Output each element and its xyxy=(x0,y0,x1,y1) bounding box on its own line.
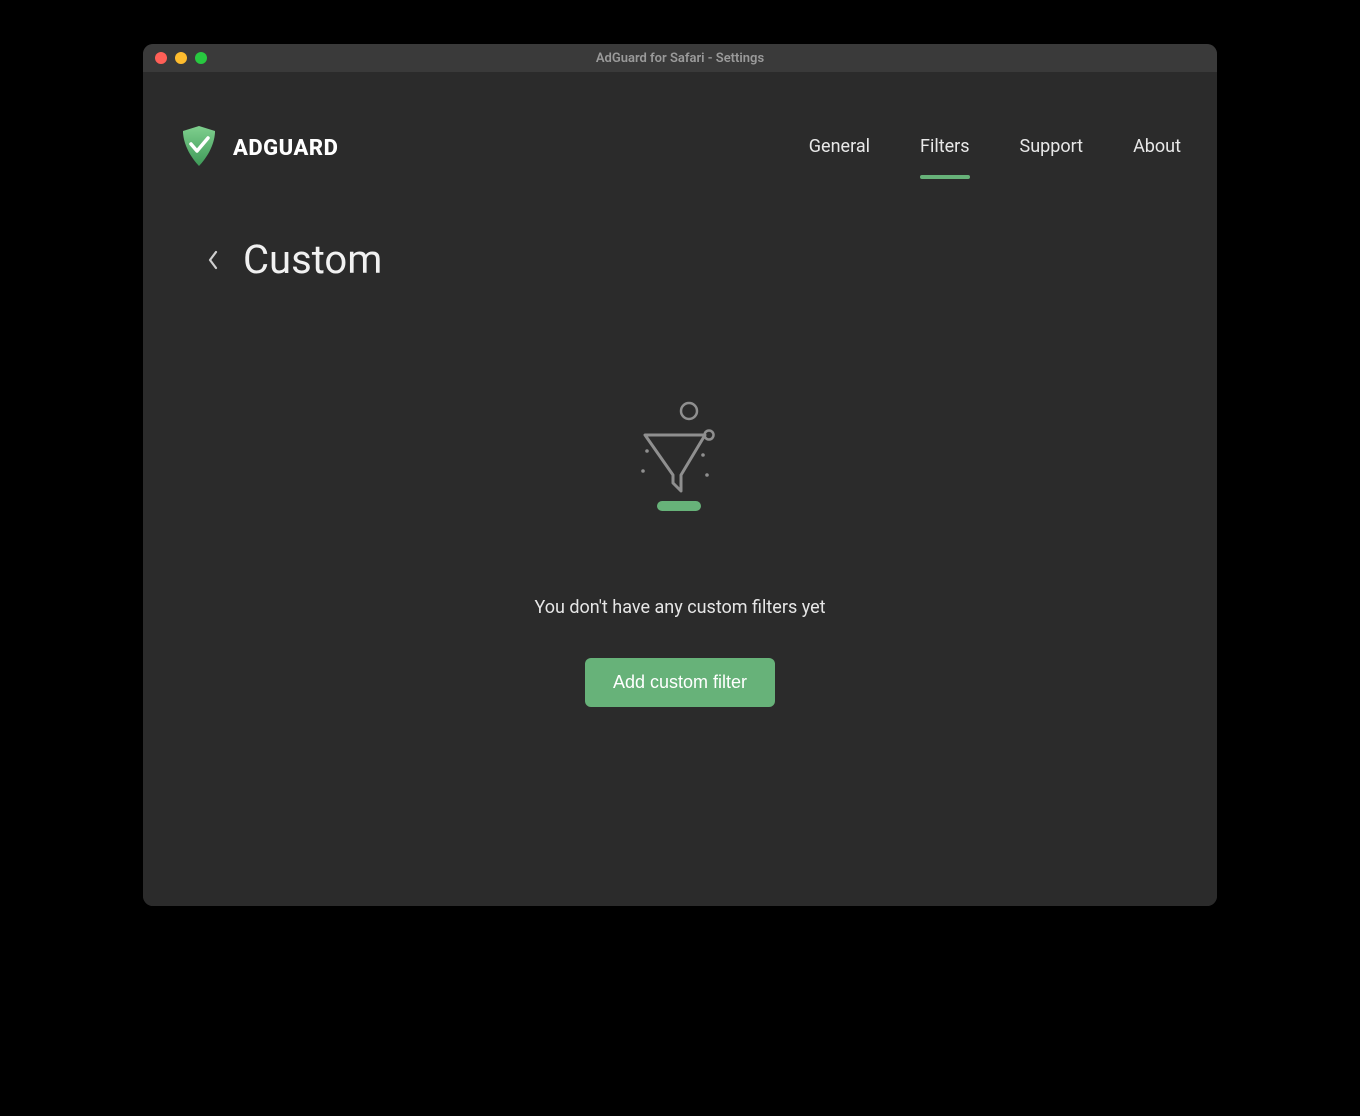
window-titlebar: AdGuard for Safari - Settings xyxy=(143,44,1217,72)
page-title-row: Custom xyxy=(179,236,1181,283)
close-window-button[interactable] xyxy=(155,52,167,64)
zoom-window-button[interactable] xyxy=(195,52,207,64)
back-button[interactable] xyxy=(201,248,225,272)
funnel-empty-icon xyxy=(615,393,745,527)
add-custom-filter-button[interactable]: Add custom filter xyxy=(585,658,775,707)
app-window: AdGuard for Safari - Settings xyxy=(143,44,1217,906)
app-header: ADGUARD General Filters Support About xyxy=(179,120,1181,176)
traffic-lights xyxy=(143,52,207,64)
app-content: ADGUARD General Filters Support About Cu… xyxy=(143,72,1217,906)
minimize-window-button[interactable] xyxy=(175,52,187,64)
nav-support[interactable]: Support xyxy=(1020,136,1084,161)
nav-filters[interactable]: Filters xyxy=(920,136,970,161)
nav-about[interactable]: About xyxy=(1133,136,1181,161)
shield-check-icon xyxy=(179,124,219,172)
empty-state: You don't have any custom filters yet Ad… xyxy=(179,393,1181,906)
nav-general[interactable]: General xyxy=(809,136,870,161)
top-nav: General Filters Support About xyxy=(809,136,1181,161)
chevron-left-icon xyxy=(207,250,219,270)
page-title: Custom xyxy=(243,236,382,283)
window-title: AdGuard for Safari - Settings xyxy=(143,51,1217,66)
brand-name: ADGUARD xyxy=(233,136,338,161)
brand: ADGUARD xyxy=(179,124,338,172)
empty-state-message: You don't have any custom filters yet xyxy=(534,597,825,618)
